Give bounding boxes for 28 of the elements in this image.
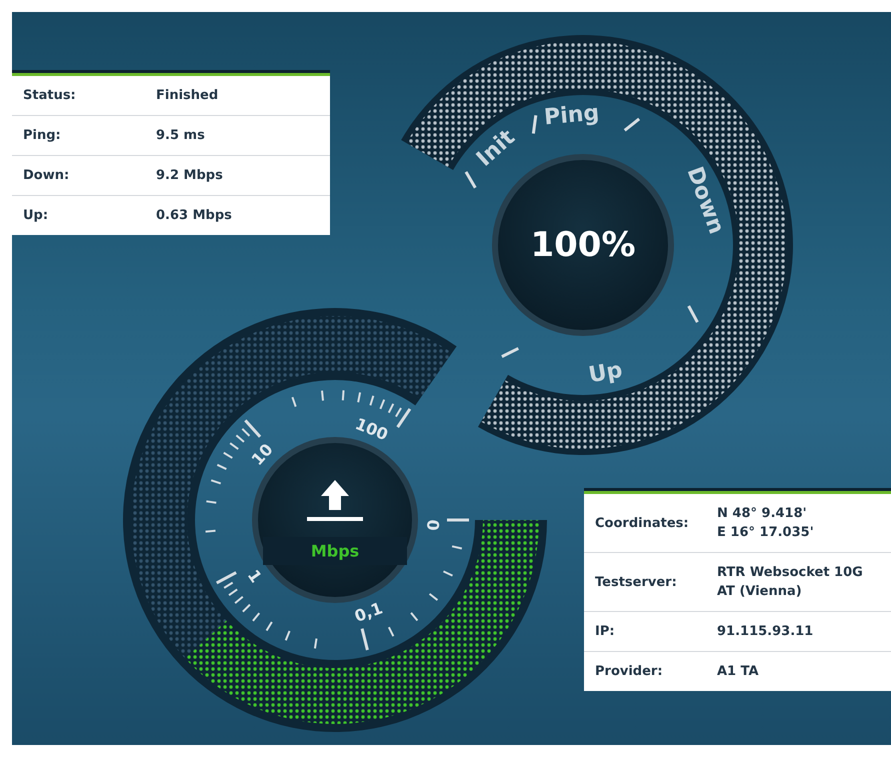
field-value: 9.5 ms — [156, 127, 206, 145]
field-label: IP: — [595, 623, 616, 641]
phase-label: Down — [682, 164, 729, 238]
unit-label: Mbps — [310, 542, 360, 560]
field-label: Coordinates: — [595, 514, 690, 532]
scale-label: 100 — [352, 414, 391, 444]
field-value: A1 TA — [717, 663, 760, 681]
field-label: Down: — [23, 167, 70, 185]
progress-percent: 100% — [530, 225, 636, 265]
field-value: N 48° 9.418' E 16° 17.035' — [717, 505, 815, 542]
field-value: 91.115.93.11 — [717, 623, 814, 641]
scale-label: 1 — [244, 566, 266, 586]
phase-label: Init — [472, 125, 520, 172]
field-value: RTR Websocket 10G AT (Vienna) — [717, 564, 864, 601]
scale-label: 0,1 — [352, 598, 386, 626]
scale-label: 10 — [248, 440, 277, 470]
field-value: Finished — [156, 87, 220, 105]
scale-label: 0 — [423, 519, 443, 532]
field-value: 0.63 Mbps — [156, 207, 233, 225]
phase-label: Up — [586, 358, 624, 388]
field-label: Up: — [23, 207, 50, 225]
field-label: Provider: — [595, 663, 664, 681]
field-label: Testserver: — [595, 574, 678, 592]
field-value: 9.2 Mbps — [156, 167, 224, 185]
upload-icon — [307, 480, 363, 521]
field-label: Ping: — [23, 127, 62, 145]
field-label: Status: — [23, 87, 77, 105]
phase-label: Ping — [543, 100, 600, 130]
